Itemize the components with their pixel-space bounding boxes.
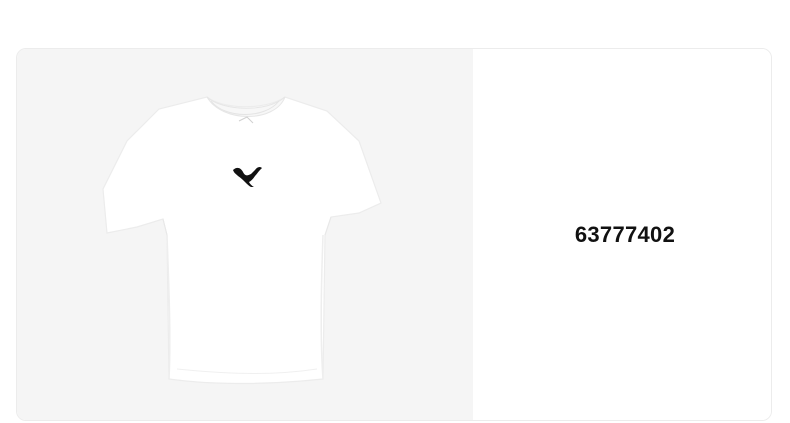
product-info-panel: 63777402 bbox=[473, 49, 771, 420]
product-card[interactable]: 63777402 bbox=[16, 48, 772, 421]
tshirt-shape bbox=[102, 96, 382, 385]
white-tshirt-image bbox=[102, 96, 382, 385]
product-image-panel[interactable] bbox=[17, 49, 473, 420]
product-code: 63777402 bbox=[574, 221, 676, 247]
